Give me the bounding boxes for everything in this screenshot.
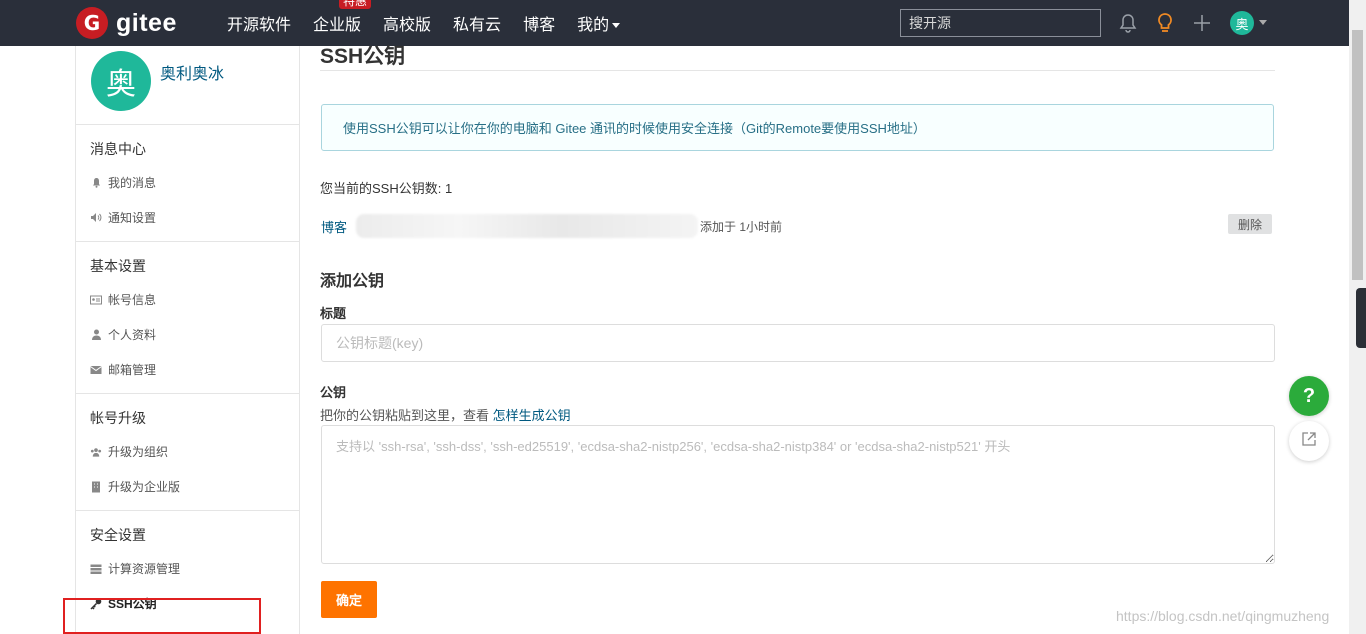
nav-private-cloud[interactable]: 私有云: [453, 11, 501, 35]
ssh-key-title[interactable]: 博客: [321, 217, 347, 236]
sidebar-item-account-info[interactable]: 帐号信息: [76, 282, 299, 317]
bell-icon: [90, 177, 102, 189]
blurred-fingerprint: [356, 214, 698, 238]
lightbulb-icon[interactable]: [1153, 11, 1177, 35]
profile-username[interactable]: 奥利奥冰: [160, 60, 224, 84]
sidebar-item-label: 通知设置: [108, 211, 157, 225]
nav-education[interactable]: 高校版: [383, 11, 431, 35]
user-avatar[interactable]: 奥: [1230, 11, 1254, 35]
sidebar-item-email[interactable]: 邮箱管理: [76, 352, 299, 387]
sidebar-group-upgrade: 帐号升级 升级为组织 升级为企业版: [76, 394, 299, 511]
sidebar-group-security: 安全设置 计算资源管理 SSH公钥: [76, 511, 299, 627]
sidebar-item-label: 帐号信息: [108, 293, 157, 307]
sidebar-item-my-messages[interactable]: 我的消息: [76, 165, 299, 200]
nav-mine-label: 我的: [577, 17, 610, 34]
how-to-generate-key-link[interactable]: 怎样生成公钥: [493, 408, 571, 423]
public-key-textarea[interactable]: [321, 425, 1275, 564]
promo-badge: 特惠: [339, 0, 372, 9]
title-field-label: 标题: [320, 306, 347, 321]
sidebar-group-title: 消息中心: [90, 141, 146, 157]
sidebar-group-messages: 消息中心 我的消息 通知设置: [76, 125, 299, 242]
nav-mine[interactable]: 我的: [577, 11, 621, 35]
notification-bell-icon[interactable]: [1116, 11, 1140, 35]
nav-blog[interactable]: 博客: [523, 11, 555, 35]
key-field-hint: 把你的公钥粘贴到这里，查看 怎样生成公钥: [320, 405, 571, 424]
help-button[interactable]: ?: [1289, 376, 1329, 416]
title-divider: [320, 70, 1275, 71]
sidebar-group-title: 帐号升级: [90, 410, 146, 426]
add-key-heading: 添加公钥: [320, 273, 385, 290]
top-navbar: G gitee 开源软件 企业版 特惠 高校版 私有云 博客 我的 奥: [0, 0, 1349, 46]
sidebar-item-upgrade-enterprise[interactable]: 升级为企业版: [76, 469, 299, 504]
nav-enterprise-label: 企业版: [313, 17, 362, 34]
sidebar-group-basic: 基本设置 帐号信息 个人资料 邮箱管理: [76, 242, 299, 394]
profile-card: 奥 奥利奥冰: [76, 46, 299, 125]
scrollbar-thumb[interactable]: [1352, 30, 1363, 280]
plus-icon[interactable]: [1190, 11, 1214, 35]
confirm-button[interactable]: 确定: [321, 581, 377, 618]
watermark: https://blog.csdn.net/qingmuzheng: [1116, 608, 1330, 624]
sidebar-item-compute-resources[interactable]: 计算资源管理: [76, 551, 299, 586]
group-icon: [90, 446, 102, 458]
building-icon: [90, 481, 102, 493]
sidebar-item-label: 计算资源管理: [108, 562, 181, 576]
speaker-icon: [90, 212, 102, 224]
info-message: 使用SSH公钥可以让你在你的电脑和 Gitee 通讯的时候使用安全连接（Git的…: [321, 104, 1274, 151]
sidebar-group-title: 安全设置: [90, 527, 146, 543]
ssh-key-count: 您当前的SSH公钥数: 1: [320, 181, 453, 196]
gitee-logo[interactable]: G gitee: [76, 7, 177, 39]
page-title: SSH公钥: [320, 45, 406, 68]
key-icon: [90, 598, 102, 610]
hint-text: 把你的公钥粘贴到这里，查看: [320, 408, 493, 423]
sidebar-group-title: 基本设置: [90, 258, 146, 274]
server-icon: [90, 563, 102, 575]
side-widget-tab[interactable]: [1356, 288, 1366, 348]
delete-key-button[interactable]: 删除: [1228, 214, 1272, 234]
sidebar-item-label: 个人资料: [108, 328, 157, 342]
sidebar-item-label: 邮箱管理: [108, 363, 157, 377]
gitee-logo-text: gitee: [116, 8, 177, 37]
sidebar-item-profile[interactable]: 个人资料: [76, 317, 299, 352]
sidebar-item-ssh-keys[interactable]: SSH公钥: [76, 586, 299, 621]
nav-open-source[interactable]: 开源软件: [227, 11, 291, 35]
settings-sidebar: 奥 奥利奥冰 消息中心 我的消息 通知设置 基本设置 帐号信息 个人资料 邮箱管…: [75, 46, 300, 634]
sidebar-item-label: 升级为组织: [108, 445, 169, 459]
chevron-down-icon: [612, 23, 621, 29]
search-input[interactable]: [900, 9, 1101, 37]
gitee-logo-icon: G: [76, 7, 108, 39]
profile-avatar[interactable]: 奥: [91, 51, 151, 111]
nav-enterprise[interactable]: 企业版 特惠: [313, 0, 372, 35]
mail-icon: [90, 364, 102, 376]
key-field-label: 公钥: [320, 385, 347, 400]
avatar-chevron-down-icon[interactable]: [1259, 20, 1267, 25]
sidebar-item-label: SSH公钥: [108, 597, 157, 611]
main-nav: 开源软件 企业版 特惠 高校版 私有云 博客 我的: [227, 0, 642, 46]
sidebar-item-notification-settings[interactable]: 通知设置: [76, 200, 299, 235]
sidebar-item-upgrade-org[interactable]: 升级为组织: [76, 434, 299, 469]
user-icon: [90, 329, 102, 341]
sidebar-item-label: 我的消息: [108, 176, 157, 190]
ssh-key-row: 博客 添加于 1小时前 删除: [320, 214, 1275, 238]
id-card-icon: [90, 294, 102, 306]
ssh-key-added-time: 添加于 1小时前: [700, 220, 783, 234]
share-button[interactable]: [1289, 421, 1329, 461]
external-link-icon: [1301, 431, 1317, 452]
sidebar-item-label: 升级为企业版: [108, 480, 181, 494]
key-title-input[interactable]: [321, 324, 1275, 362]
